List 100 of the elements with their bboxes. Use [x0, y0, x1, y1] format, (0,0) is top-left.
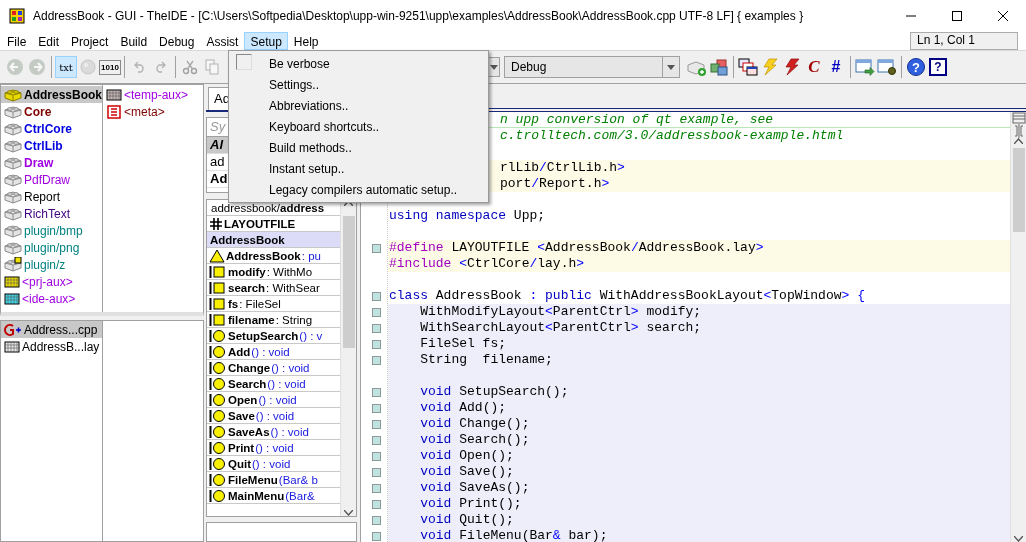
navigator-item[interactable]: Change() : void [207, 360, 340, 377]
navigator-item[interactable]: MainMenu(Bar& [207, 488, 340, 505]
scrollbar[interactable] [340, 200, 356, 517]
navigator-item[interactable]: fs: FileSel [207, 296, 340, 313]
input-field[interactable] [206, 522, 357, 542]
package-icon [4, 87, 22, 102]
menu-item[interactable]: Setup [244, 32, 288, 50]
navigator-item[interactable]: FileMenu(Bar& b [207, 472, 340, 489]
cursor-position: Ln 1, Col 1 [910, 32, 1018, 50]
package-item[interactable]: Core [1, 103, 102, 120]
toolbar-button[interactable] [737, 56, 759, 78]
caret-icon [667, 64, 675, 70]
menu-item[interactable]: Assist [200, 32, 245, 50]
navigator-item[interactable]: Save() : void [207, 408, 340, 425]
scrollbar-thumb[interactable] [1012, 148, 1025, 232]
package-name: PdfDraw [24, 172, 70, 187]
lightning-icon [783, 58, 801, 76]
package-item[interactable]: CtrlCore [1, 120, 102, 137]
package-item[interactable]: PdfDraw [1, 171, 102, 188]
package-file[interactable]: <meta> [124, 104, 165, 119]
menu-item[interactable]: Help [287, 32, 325, 50]
grid-icon [4, 275, 20, 288]
navigator-item[interactable]: Search() : void [207, 376, 340, 393]
package-item[interactable]: RichText [1, 205, 102, 222]
hash-glyph: # [831, 58, 841, 76]
toolbar-button[interactable]: ? [927, 56, 949, 78]
package-name: CtrlLib [24, 138, 63, 153]
navigator-item[interactable]: Print() : void [207, 440, 340, 457]
package-name: AddressBook [24, 87, 102, 102]
toolbar-button[interactable] [854, 56, 876, 78]
navigator-item[interactable]: SaveAs() : void [207, 424, 340, 441]
package-name: Report [24, 189, 61, 204]
navigator-item[interactable]: Quit() : void [207, 456, 340, 473]
method-icon [209, 408, 227, 423]
package-item[interactable]: Report [1, 188, 102, 205]
package-item[interactable]: <prj-aux> [1, 273, 102, 290]
triangle-icon [209, 248, 225, 263]
menu-item[interactable]: Build [114, 32, 154, 50]
package-name: Core [24, 104, 52, 119]
method-icon [209, 376, 227, 391]
navigator-item[interactable]: SetupSearch() : v [207, 328, 340, 345]
package-icon [4, 189, 22, 204]
maximize-icon [952, 11, 962, 21]
ball-icon [79, 58, 97, 76]
menu-option[interactable]: Settings.. [229, 74, 488, 95]
hash-icon [209, 216, 223, 231]
toolbar-button[interactable]: ? [905, 56, 927, 78]
menu-item[interactable]: Project [65, 32, 115, 50]
menu-item[interactable]: Edit [32, 32, 66, 50]
navigator-path: addressbook/address [211, 201, 325, 214]
navigator-item[interactable]: Add() : void [207, 344, 340, 361]
toolbar-button[interactable]: txt [55, 56, 77, 78]
app-icon [9, 8, 25, 24]
navigator-item[interactable]: modify: WithMo [207, 264, 340, 281]
menu-option[interactable]: Be verbose [229, 53, 488, 74]
package-item[interactable]: plugin/z [1, 256, 102, 273]
method-icon [209, 392, 227, 407]
cpp-file-icon [4, 323, 22, 336]
package-icon [4, 104, 22, 119]
windows-icon [738, 58, 758, 76]
package-name: Draw [24, 155, 54, 170]
method-icon [209, 440, 227, 455]
build-mode-dropdown[interactable]: Debug [504, 56, 680, 78]
package-item[interactable]: plugin/bmp [1, 222, 102, 239]
window-bug-icon [877, 58, 897, 76]
method-icon [209, 488, 227, 503]
cubes-icon [709, 58, 729, 76]
package-item[interactable]: <ide-aux> [1, 290, 102, 307]
toolbar-button[interactable]: # [825, 56, 847, 78]
member-icon [209, 312, 227, 327]
toolbar-button[interactable]: C [803, 56, 825, 78]
menu-item[interactable]: File [1, 32, 33, 50]
split-icon [1011, 112, 1026, 124]
source-file-entry[interactable]: AddressB...lay [1, 338, 102, 355]
toolbar-button[interactable] [876, 56, 898, 78]
scrollbar-thumb[interactable] [342, 216, 355, 349]
source-file-entry[interactable]: Address...cpp [1, 321, 102, 338]
navigator-item[interactable]: AddressBook: pu [207, 248, 340, 265]
package-name: plugin/z [24, 257, 66, 272]
lightning-icon [761, 58, 779, 76]
method-icon [209, 456, 227, 471]
package-item[interactable]: AddressBook [1, 86, 102, 103]
scroll-down-icon [1014, 536, 1023, 542]
package-item[interactable]: plugin/png [1, 239, 102, 256]
navigator-item[interactable]: search: WithSear [207, 280, 340, 297]
menu-item[interactable]: Debug [153, 32, 201, 50]
package-item[interactable]: CtrlLib [1, 137, 102, 154]
class-header[interactable]: AddressBook [207, 232, 340, 249]
checkbox[interactable] [236, 54, 252, 70]
package-item[interactable]: Draw [1, 154, 102, 171]
method-icon [209, 328, 227, 343]
method-icon [209, 344, 227, 359]
navigator-item[interactable]: filename: String [207, 312, 340, 329]
navigator-item[interactable]: Open() : void [207, 392, 340, 409]
package-name: CtrlCore [24, 121, 72, 136]
method-icon [209, 424, 227, 439]
toolbar-button[interactable] [708, 56, 730, 78]
scrollbar[interactable] [1010, 112, 1026, 542]
package-file[interactable]: <temp-aux> [124, 87, 189, 102]
scroll-down-icon [344, 510, 353, 517]
